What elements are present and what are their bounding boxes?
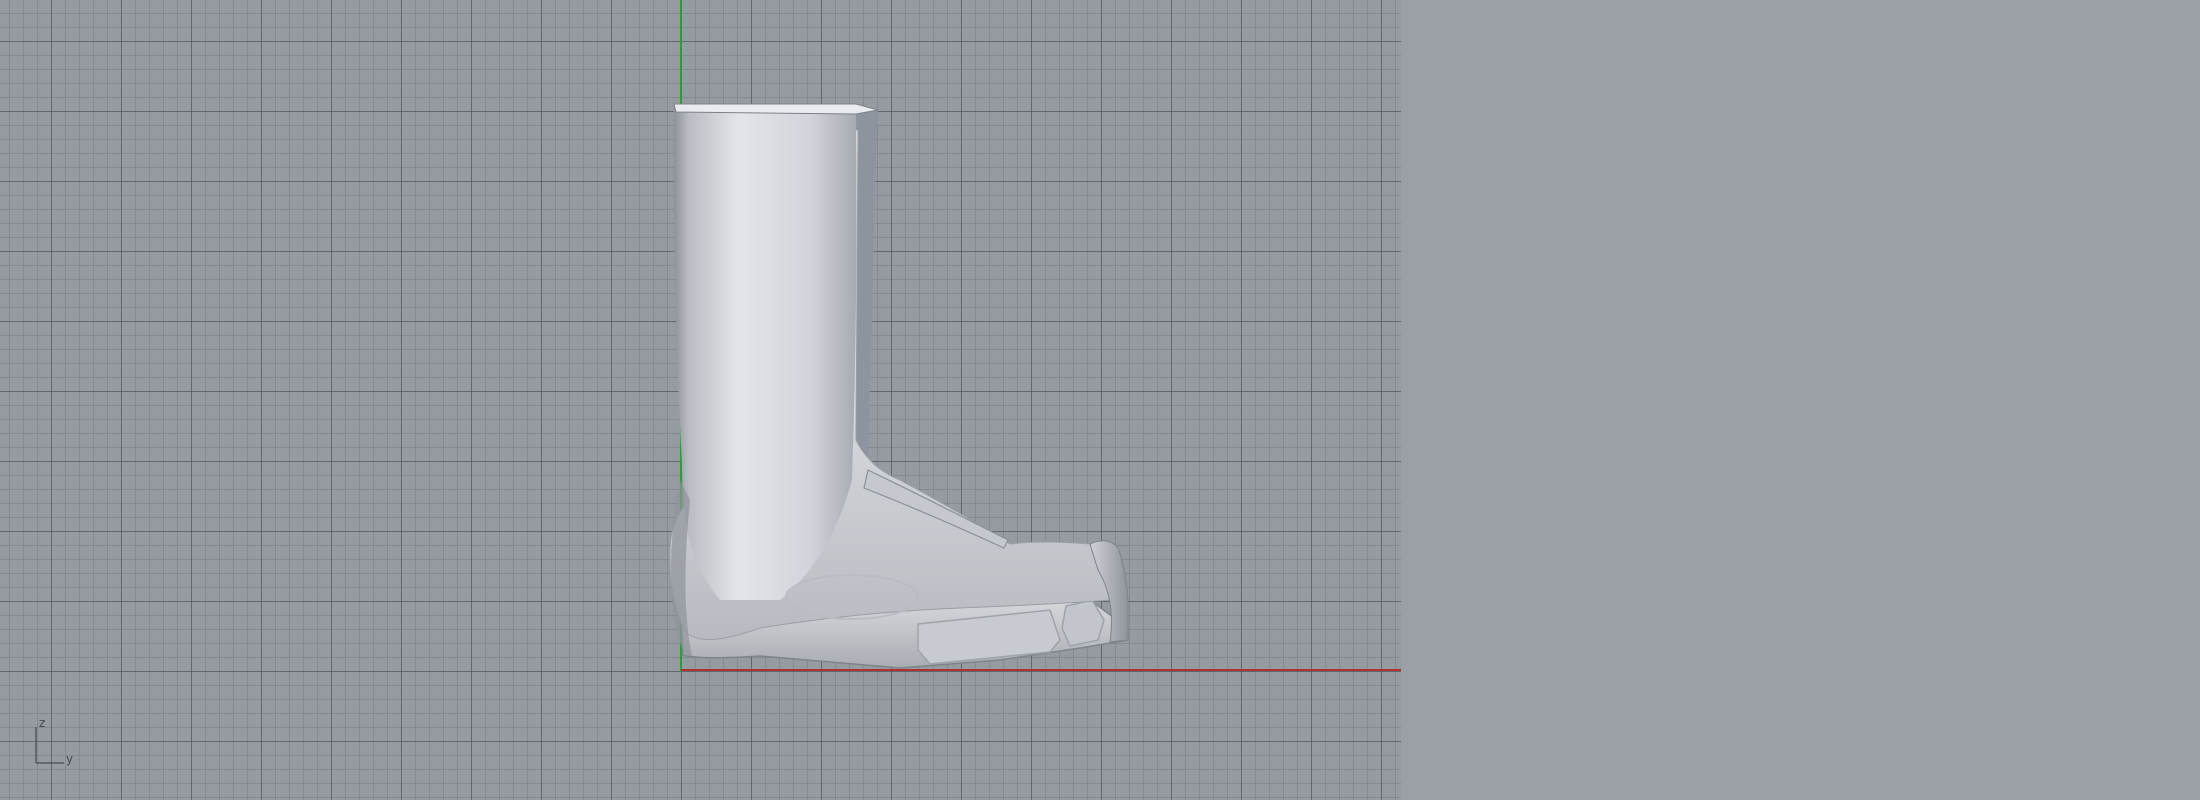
side-panel bbox=[1401, 0, 2200, 800]
axis-triad-vertical-label: z bbox=[39, 716, 46, 730]
boot-model[interactable] bbox=[0, 0, 1401, 800]
axis-triad-horizontal-label: y bbox=[66, 752, 74, 766]
axis-triad-lines bbox=[35, 727, 64, 764]
axis-triad: z y bbox=[28, 716, 88, 770]
boot-collar-rim bbox=[673, 103, 879, 115]
boot-shaft bbox=[673, 106, 857, 600]
viewport[interactable]: z y bbox=[0, 0, 1401, 800]
